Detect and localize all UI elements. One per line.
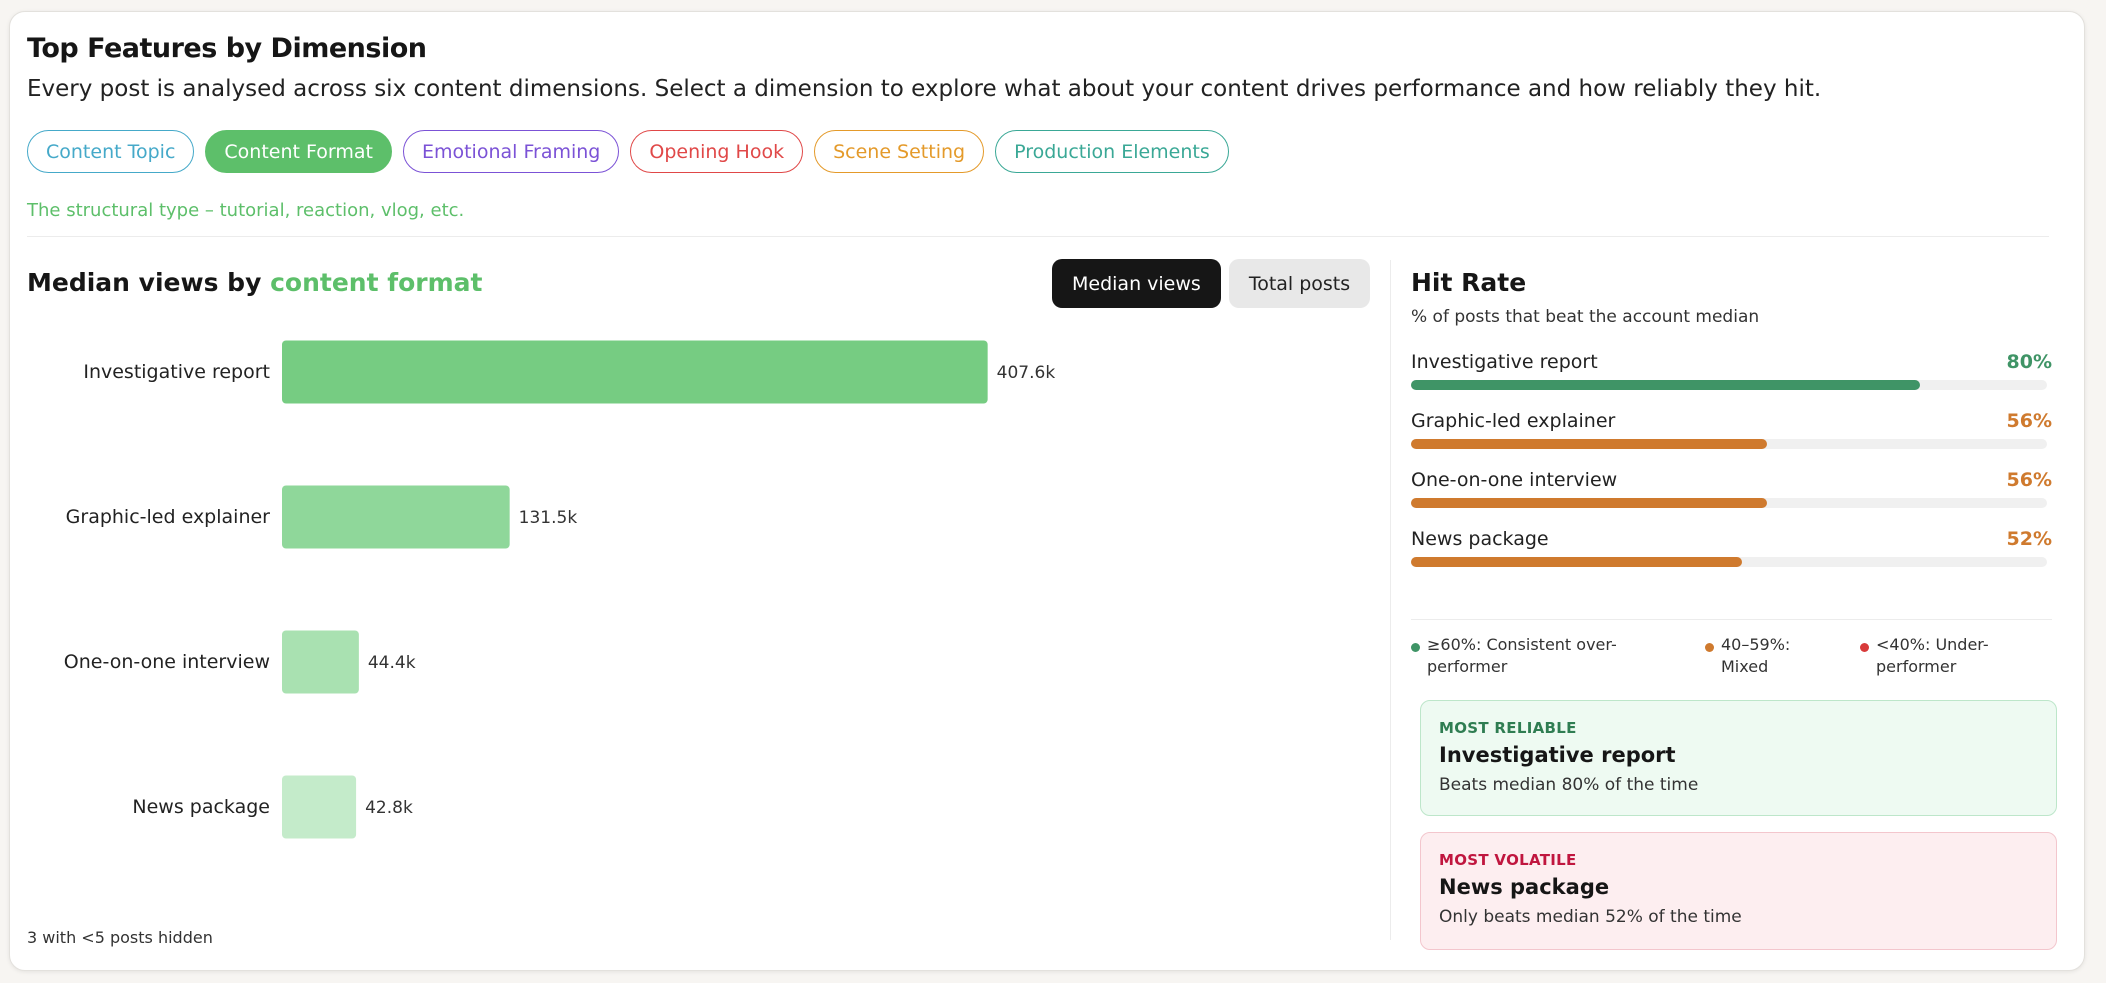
hit-rate-row: One-on-one interview 56% [1411, 469, 2052, 528]
legend-item-consistent: ≥60%: Consistent over- performer [1411, 634, 1617, 678]
bar-value-label: 407.6k [997, 363, 1056, 383]
hit-rate-label: One-on-one interview [1411, 469, 1618, 491]
page-subtitle: Every post is analysed across six conten… [27, 76, 1822, 102]
legend-line: 40–59%: [1721, 635, 1791, 654]
most-reliable-tag: MOST RELIABLE [1439, 719, 1577, 737]
hit-rate-fill [1411, 439, 1768, 449]
legend-line: performer [1427, 657, 1508, 676]
bar-category-label: One-on-one interview [64, 651, 270, 673]
total-posts-button[interactable]: Total posts [1228, 259, 1371, 308]
hit-rate-label: News package [1411, 528, 1549, 550]
bar-category-label: Investigative report [83, 361, 270, 383]
bar[interactable] [282, 340, 988, 404]
most-reliable-card: MOST RELIABLE Investigative report Beats… [1420, 700, 2057, 816]
bar-value-label: 42.8k [365, 798, 413, 818]
legend-dot [1860, 643, 1869, 652]
hit-rate-fill [1411, 380, 1920, 390]
most-volatile-desc: Only beats median 52% of the time [1439, 907, 1742, 927]
bar[interactable] [282, 775, 357, 839]
legend-divider [1411, 619, 2052, 620]
hit-rate-track [1411, 439, 2047, 449]
hit-rate-subtitle: % of posts that beat the account median [1411, 307, 1760, 327]
most-volatile-name: News package [1439, 875, 1610, 899]
dimension-pills: Content Topic Content Format Emotional F… [27, 130, 1229, 173]
chart-title-accent: content format [270, 268, 483, 297]
most-volatile-card: MOST VOLATILE News package Only beats me… [1420, 832, 2057, 950]
metric-toggle: Median views Total posts [1052, 259, 1371, 308]
most-volatile-tag: MOST VOLATILE [1439, 851, 1577, 869]
bar-category-label: News package [132, 796, 270, 818]
pill-opening-hook[interactable]: Opening Hook [630, 130, 804, 173]
legend-dot [1705, 643, 1714, 652]
bar[interactable] [282, 485, 510, 549]
legend-line: ≥60%: Consistent over- [1427, 635, 1617, 654]
hit-rate-title: Hit Rate [1411, 268, 1527, 297]
chart-title: Median views by content format [27, 268, 483, 297]
hit-rate-row: Investigative report 80% [1411, 351, 2052, 410]
pill-content-format[interactable]: Content Format [205, 130, 392, 173]
bar-value-label: 44.4k [368, 653, 416, 673]
pill-emotional-framing[interactable]: Emotional Framing [402, 130, 620, 173]
hit-rate-percent: 56% [2006, 410, 2052, 432]
hit-rate-list: Investigative report 80% Graphic-led exp… [1411, 351, 2052, 587]
hit-rate-track [1411, 380, 2047, 390]
hit-rate-percent: 56% [2006, 469, 2052, 491]
legend-item-mixed: 40–59%: Mixed [1705, 634, 1790, 678]
legend-line: <40%: Under- [1876, 635, 1989, 654]
hit-rate-track [1411, 557, 2047, 567]
chart-title-prefix: Median views by [27, 268, 262, 297]
hit-rate-label: Graphic-led explainer [1411, 410, 1616, 432]
dimension-description: The structural type – tutorial, reaction… [27, 200, 465, 221]
hit-rate-row: News package 52% [1411, 528, 2052, 587]
hidden-posts-note: 3 with <5 posts hidden [27, 928, 213, 947]
bar-value-label: 131.5k [519, 508, 578, 528]
legend-dot [1411, 643, 1420, 652]
legend-text: <40%: Under- performer [1876, 634, 1989, 678]
pill-production-elements[interactable]: Production Elements [995, 130, 1229, 173]
header-divider [27, 236, 2049, 237]
pill-content-topic[interactable]: Content Topic [27, 130, 195, 173]
most-reliable-name: Investigative report [1439, 743, 1676, 767]
median-views-bar-chart: Investigative report 407.6k Graphic-led ex… [64, 340, 1056, 839]
hit-rate-percent: 52% [2006, 528, 2052, 550]
legend-item-under: <40%: Under- performer [1860, 634, 1989, 678]
legend-line: performer [1876, 657, 1957, 676]
hit-rate-row: Graphic-led explainer 56% [1411, 410, 2052, 469]
legend-text: ≥60%: Consistent over- performer [1427, 634, 1617, 678]
hit-rate-fill [1411, 557, 1742, 567]
hit-rate-track [1411, 498, 2047, 508]
most-reliable-desc: Beats median 80% of the time [1439, 775, 1699, 795]
pill-scene-setting[interactable]: Scene Setting [814, 130, 985, 173]
median-views-button[interactable]: Median views [1052, 259, 1221, 308]
hit-rate-percent: 80% [2006, 351, 2052, 373]
bar-category-label: Graphic-led explainer [66, 506, 271, 528]
bar[interactable] [282, 630, 359, 694]
panel-divider [1390, 260, 1391, 940]
hit-rate-legend: ≥60%: Consistent over- performer 40–59%:… [1411, 634, 2052, 682]
hit-rate-label: Investigative report [1411, 351, 1598, 373]
legend-line: Mixed [1721, 657, 1769, 676]
hit-rate-fill [1411, 498, 1768, 508]
page-title: Top Features by Dimension [27, 33, 427, 64]
legend-text: 40–59%: Mixed [1721, 634, 1790, 678]
